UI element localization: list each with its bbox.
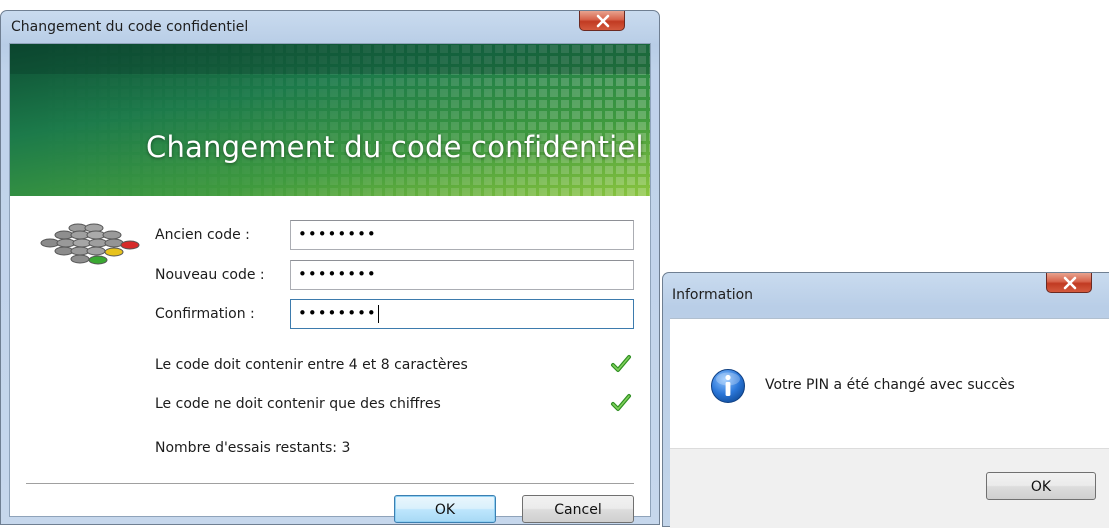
info-message: Votre PIN a été changé avec succès (765, 377, 1015, 393)
pin-dialog-close-button[interactable] (579, 11, 625, 31)
header-banner: Changement du code confidentiel (10, 44, 650, 196)
new-code-label: Nouveau code : (155, 267, 265, 283)
info-dialog-title: Information (672, 287, 754, 303)
check-icon (611, 355, 631, 372)
rule-length: Le code doit contenir entre 4 et 8 carac… (155, 357, 468, 373)
old-code-field[interactable]: •••••••• (290, 220, 634, 250)
banner-title: Changement du code confidentiel (146, 130, 644, 164)
pin-dialog-content: Changement du code confidentiel Ancien c… (9, 43, 651, 523)
remaining-tries-text: Nombre d'essais restants: 3 (155, 440, 351, 456)
banner-grid-pattern (10, 44, 650, 196)
rule-digits: Le code ne doit contenir que des chiffre… (155, 396, 441, 412)
info-dialog-content: Votre PIN a été changé avec succès (670, 318, 1109, 449)
new-code-field[interactable]: •••••••• (290, 260, 634, 290)
check-icon (611, 394, 631, 411)
information-dialog: Information Votre PIN a été changé avec … (662, 272, 1109, 528)
info-icon (711, 369, 745, 403)
pin-change-dialog: Changement du code confidentiel Changeme… (0, 10, 660, 525)
cancel-button[interactable]: Cancel (522, 495, 634, 523)
info-dialog-footer: OK (670, 448, 1109, 528)
smartcard-chip-icon (40, 223, 140, 265)
ok-button[interactable]: OK (394, 495, 496, 523)
text-caret (377, 304, 379, 323)
pin-dialog-title: Changement du code confidentiel (11, 19, 249, 35)
info-ok-button[interactable]: OK (986, 472, 1096, 500)
confirmation-label: Confirmation : (155, 306, 255, 322)
old-code-label: Ancien code : (155, 227, 250, 243)
pin-dialog-titlebar[interactable]: Changement du code confidentiel (1, 11, 659, 43)
confirmation-field[interactable]: •••••••• (290, 299, 634, 329)
close-icon (1063, 276, 1077, 290)
close-icon (596, 14, 610, 28)
footer-separator (26, 483, 634, 485)
info-dialog-close-button[interactable] (1046, 273, 1092, 293)
